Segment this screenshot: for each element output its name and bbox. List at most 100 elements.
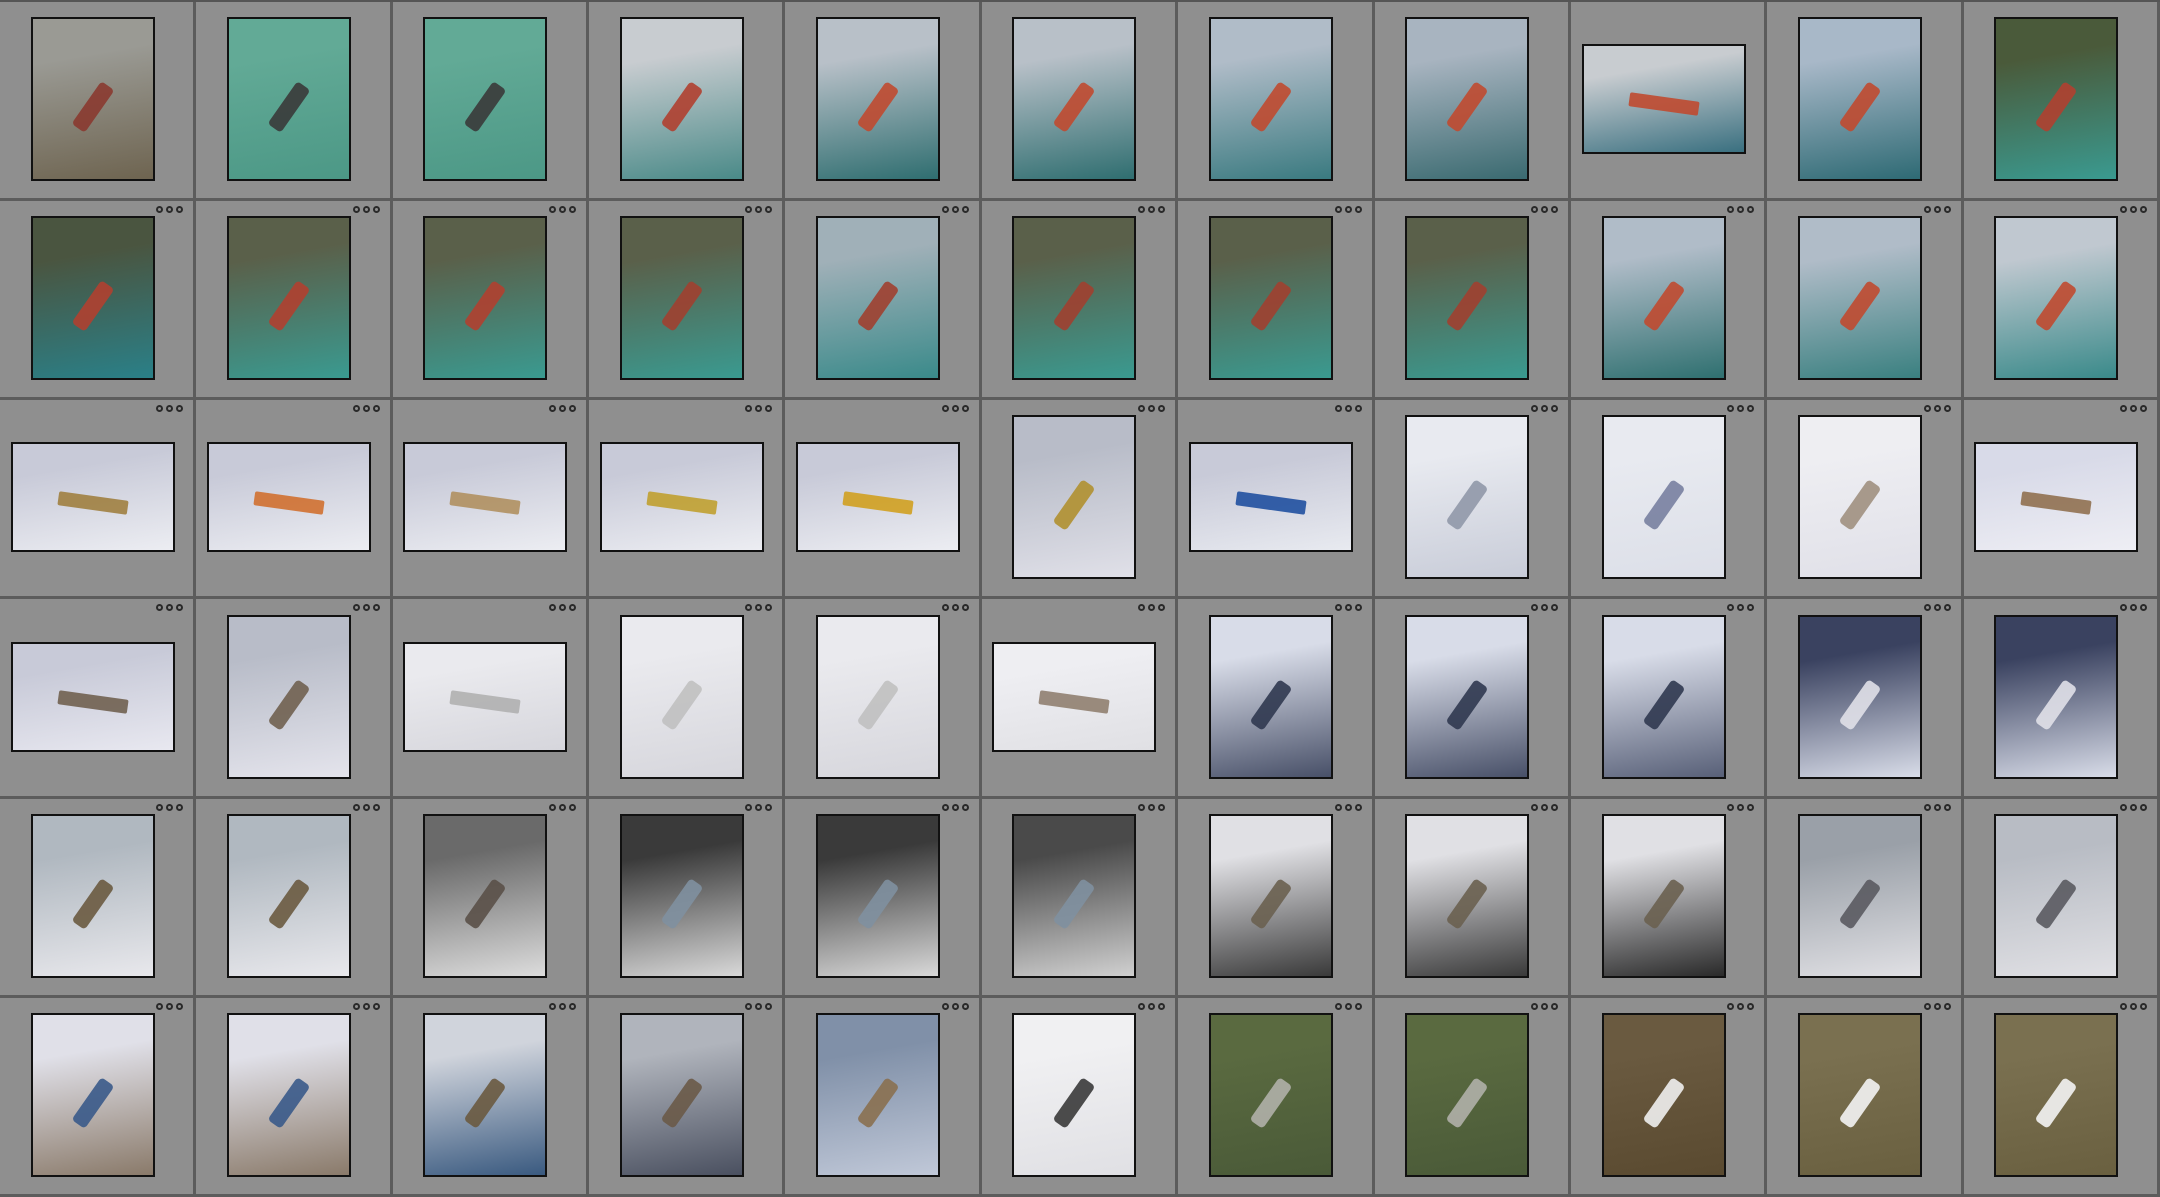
- grid-cell[interactable]: [589, 799, 785, 998]
- grid-cell[interactable]: [0, 2, 196, 201]
- more-options-icon[interactable]: [549, 804, 576, 811]
- grid-cell[interactable]: [196, 998, 392, 1197]
- photo-thumbnail[interactable]: [1405, 216, 1529, 380]
- photo-thumbnail[interactable]: [227, 216, 351, 380]
- more-options-icon[interactable]: [745, 604, 772, 611]
- photo-thumbnail[interactable]: [423, 814, 547, 978]
- photo-thumbnail[interactable]: [1994, 1013, 2118, 1177]
- grid-cell[interactable]: [393, 998, 589, 1197]
- grid-cell[interactable]: [589, 201, 785, 400]
- more-options-icon[interactable]: [1335, 206, 1362, 213]
- photo-thumbnail[interactable]: [620, 814, 744, 978]
- grid-cell[interactable]: [1178, 400, 1374, 599]
- grid-cell[interactable]: [196, 400, 392, 599]
- photo-thumbnail[interactable]: [1798, 615, 1922, 779]
- more-options-icon[interactable]: [549, 1003, 576, 1010]
- more-options-icon[interactable]: [156, 804, 183, 811]
- more-options-icon[interactable]: [353, 804, 380, 811]
- grid-cell[interactable]: [785, 799, 981, 998]
- photo-thumbnail[interactable]: [1405, 415, 1529, 579]
- grid-cell[interactable]: [1178, 799, 1374, 998]
- grid-cell[interactable]: [1178, 599, 1374, 798]
- grid-cell[interactable]: [982, 799, 1178, 998]
- photo-thumbnail[interactable]: [1994, 615, 2118, 779]
- grid-cell[interactable]: [1964, 599, 2160, 798]
- photo-thumbnail[interactable]: [796, 442, 960, 552]
- photo-thumbnail[interactable]: [1209, 216, 1333, 380]
- photo-thumbnail[interactable]: [992, 642, 1156, 752]
- more-options-icon[interactable]: [745, 405, 772, 412]
- more-options-icon[interactable]: [1531, 604, 1558, 611]
- more-options-icon[interactable]: [745, 1003, 772, 1010]
- more-options-icon[interactable]: [1727, 804, 1754, 811]
- grid-cell[interactable]: [982, 599, 1178, 798]
- photo-thumbnail[interactable]: [1405, 615, 1529, 779]
- more-options-icon[interactable]: [1138, 804, 1165, 811]
- photo-thumbnail[interactable]: [423, 17, 547, 181]
- more-options-icon[interactable]: [1531, 1003, 1558, 1010]
- photo-thumbnail[interactable]: [1602, 216, 1726, 380]
- photo-thumbnail[interactable]: [1405, 17, 1529, 181]
- more-options-icon[interactable]: [156, 206, 183, 213]
- more-options-icon[interactable]: [1138, 405, 1165, 412]
- grid-cell[interactable]: [982, 400, 1178, 599]
- photo-thumbnail[interactable]: [1012, 1013, 1136, 1177]
- photo-thumbnail[interactable]: [227, 814, 351, 978]
- photo-thumbnail[interactable]: [1994, 216, 2118, 380]
- more-options-icon[interactable]: [1138, 604, 1165, 611]
- more-options-icon[interactable]: [1727, 206, 1754, 213]
- more-options-icon[interactable]: [1727, 604, 1754, 611]
- grid-cell[interactable]: [1178, 201, 1374, 400]
- more-options-icon[interactable]: [942, 405, 969, 412]
- photo-thumbnail[interactable]: [600, 442, 764, 552]
- grid-cell[interactable]: [1571, 998, 1767, 1197]
- photo-thumbnail[interactable]: [1994, 814, 2118, 978]
- more-options-icon[interactable]: [2120, 1003, 2147, 1010]
- more-options-icon[interactable]: [1531, 206, 1558, 213]
- photo-thumbnail[interactable]: [207, 442, 371, 552]
- grid-cell[interactable]: [1964, 799, 2160, 998]
- photo-thumbnail[interactable]: [620, 615, 744, 779]
- photo-thumbnail[interactable]: [1209, 615, 1333, 779]
- grid-cell[interactable]: [982, 201, 1178, 400]
- photo-thumbnail[interactable]: [620, 216, 744, 380]
- photo-thumbnail[interactable]: [1798, 17, 1922, 181]
- photo-thumbnail[interactable]: [816, 17, 940, 181]
- photo-thumbnail[interactable]: [1012, 17, 1136, 181]
- photo-thumbnail[interactable]: [620, 1013, 744, 1177]
- grid-cell[interactable]: [1767, 2, 1963, 201]
- photo-thumbnail[interactable]: [11, 442, 175, 552]
- grid-cell[interactable]: [1964, 201, 2160, 400]
- photo-thumbnail[interactable]: [1974, 442, 2138, 552]
- grid-cell[interactable]: [1767, 599, 1963, 798]
- more-options-icon[interactable]: [1924, 604, 1951, 611]
- more-options-icon[interactable]: [549, 206, 576, 213]
- grid-cell[interactable]: [785, 599, 981, 798]
- grid-cell[interactable]: [1375, 2, 1571, 201]
- grid-cell[interactable]: [1178, 2, 1374, 201]
- grid-cell[interactable]: [589, 599, 785, 798]
- grid-cell[interactable]: [393, 201, 589, 400]
- photo-thumbnail[interactable]: [423, 1013, 547, 1177]
- grid-cell[interactable]: [0, 599, 196, 798]
- grid-cell[interactable]: [589, 400, 785, 599]
- grid-cell[interactable]: [1375, 400, 1571, 599]
- more-options-icon[interactable]: [1138, 1003, 1165, 1010]
- grid-cell[interactable]: [1767, 201, 1963, 400]
- photo-thumbnail[interactable]: [403, 642, 567, 752]
- more-options-icon[interactable]: [942, 206, 969, 213]
- grid-cell[interactable]: [1571, 400, 1767, 599]
- grid-cell[interactable]: [785, 400, 981, 599]
- photo-thumbnail[interactable]: [1602, 814, 1726, 978]
- photo-thumbnail[interactable]: [1602, 615, 1726, 779]
- more-options-icon[interactable]: [353, 405, 380, 412]
- more-options-icon[interactable]: [353, 1003, 380, 1010]
- more-options-icon[interactable]: [549, 405, 576, 412]
- photo-thumbnail[interactable]: [1602, 415, 1726, 579]
- photo-thumbnail[interactable]: [1582, 44, 1746, 154]
- photo-thumbnail[interactable]: [1012, 814, 1136, 978]
- photo-thumbnail[interactable]: [11, 642, 175, 752]
- photo-thumbnail[interactable]: [423, 216, 547, 380]
- photo-thumbnail[interactable]: [1209, 1013, 1333, 1177]
- grid-cell[interactable]: [1964, 400, 2160, 599]
